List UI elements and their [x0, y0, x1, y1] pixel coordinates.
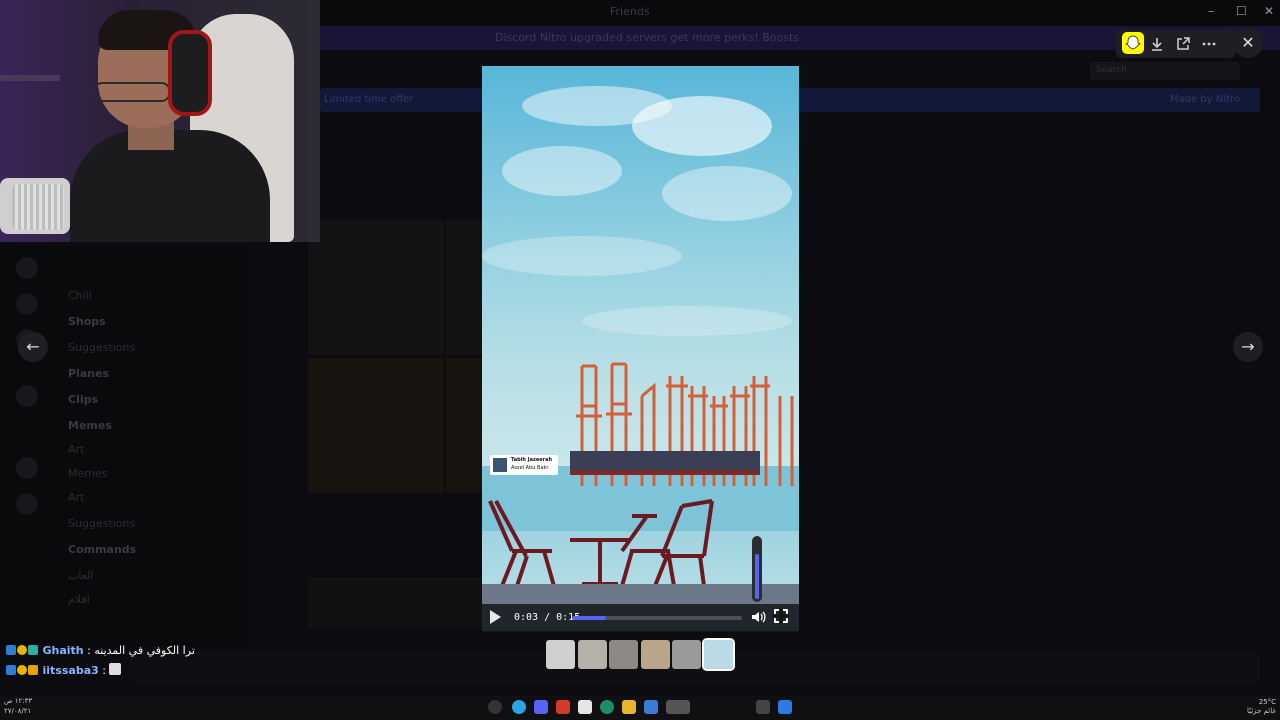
notice-right: Made by Nitro [1169, 94, 1240, 105]
message-image[interactable] [446, 220, 482, 355]
channel-item[interactable]: Memes [68, 467, 107, 480]
channel-item[interactable]: Art [68, 491, 84, 504]
channel-item[interactable]: Art [68, 443, 84, 456]
guild-icon[interactable] [16, 257, 38, 279]
message-image[interactable] [308, 358, 444, 493]
chat-line: iitssaba3 : [6, 663, 122, 677]
viewer-toolbar [1116, 30, 1236, 58]
thumbnail[interactable] [609, 640, 638, 669]
explore-icon[interactable] [16, 493, 38, 515]
video-controls: 0:03 / 0:15 [482, 604, 799, 632]
webcam-overlay [0, 0, 320, 242]
channel-item[interactable]: Shops [68, 315, 106, 328]
next-button[interactable]: → [1233, 332, 1263, 362]
time-display: 0:03 / 0:15 [514, 612, 581, 623]
seek-progress [572, 616, 606, 620]
thumbnail[interactable] [672, 640, 701, 669]
search-icon[interactable] [756, 700, 770, 714]
banner-text: Discord Nitro upgraded servers get more … [495, 31, 800, 44]
guild-icon[interactable] [16, 385, 38, 407]
title-bar: Friends – ☐ ✕ [320, 0, 1280, 26]
channel-item[interactable]: Memes [68, 419, 112, 432]
headset [168, 30, 212, 116]
volume-icon[interactable] [750, 609, 766, 629]
volume-level [755, 554, 759, 599]
fullscreen-icon[interactable] [773, 608, 789, 624]
open-external-icon[interactable] [1174, 35, 1192, 53]
taskbar: ١٢:٣٣ ص ٢٧/٠٨/٢١ 25°C غائم جزئيًا [0, 696, 1280, 720]
channel-item[interactable]: Suggestions [68, 341, 135, 354]
channel-item[interactable]: Commands [68, 543, 136, 556]
add-server-icon[interactable] [16, 457, 38, 479]
folder-icon[interactable] [622, 700, 636, 714]
thumbnail[interactable] [546, 640, 575, 669]
discord-icon[interactable] [534, 700, 548, 714]
watermark-line2: Assel Abu Bakr [511, 465, 549, 471]
minimize-button[interactable]: – [1208, 4, 1214, 18]
seek-bar[interactable] [572, 616, 742, 620]
windows-start-icon[interactable] [778, 700, 792, 714]
channel-item[interactable]: العاب [68, 569, 93, 582]
chat-message: ترا الكوفي في المدينه [94, 644, 195, 657]
chat-username: Ghaith [42, 644, 84, 657]
weather-temp: 25°C [1258, 698, 1276, 706]
message-image[interactable] [446, 358, 482, 493]
message-image[interactable] [308, 220, 444, 355]
chat-line: Ghaith : ترا الكوفي في المدينه [6, 644, 195, 657]
cargo-ship [570, 451, 760, 475]
search-input[interactable]: Search [1090, 62, 1240, 80]
play-icon[interactable] [490, 610, 501, 624]
weather-desc: غائم جزئيًا [1246, 707, 1276, 715]
thumbnail[interactable] [577, 640, 607, 669]
chrome-icon[interactable] [488, 700, 502, 714]
volume-slider[interactable] [752, 536, 762, 602]
edge-icon[interactable] [600, 700, 614, 714]
clock-time: ١٢:٣٣ ص [4, 697, 33, 705]
thumbnail[interactable] [701, 638, 735, 671]
clock-date: ٢٧/٠٨/٢١ [4, 707, 32, 715]
channel-item[interactable]: Chill [68, 289, 92, 302]
channel-item[interactable]: Clips [68, 393, 98, 406]
notice-left: Limited time offer [324, 94, 414, 105]
emote-icon [109, 663, 122, 675]
app-icon[interactable] [666, 700, 690, 714]
more-icon[interactable] [1200, 35, 1218, 53]
maximize-button[interactable]: ☐ [1236, 4, 1247, 18]
channel-sidebar: Chill Shops Suggestions Planes Clips Mem… [0, 245, 250, 645]
app-icon[interactable] [578, 700, 592, 714]
app-icon[interactable] [644, 700, 658, 714]
thumbnail[interactable] [640, 640, 670, 669]
download-icon[interactable] [1148, 35, 1166, 53]
brave-icon[interactable] [556, 700, 570, 714]
snapchat-icon[interactable] [1122, 32, 1144, 54]
channel-item[interactable]: Planes [68, 367, 109, 380]
close-viewer-button[interactable]: ✕ [1233, 28, 1263, 58]
telegram-icon[interactable] [512, 700, 526, 714]
guild-icon[interactable] [16, 293, 38, 315]
message-image[interactable] [308, 578, 482, 628]
watermark-line1: Tabih Jazeerah [511, 457, 553, 463]
watermark-logo: Tabih Jazeerah Assel Abu Bakr [490, 455, 558, 475]
chat-username: iitssaba3 [42, 664, 99, 677]
channel-item[interactable]: Suggestions [68, 517, 135, 530]
window-close-button[interactable]: ✕ [1264, 4, 1274, 18]
previous-button[interactable]: ← [18, 332, 48, 362]
channel-item[interactable]: افلام [68, 593, 90, 606]
window-title: Friends [610, 5, 650, 18]
